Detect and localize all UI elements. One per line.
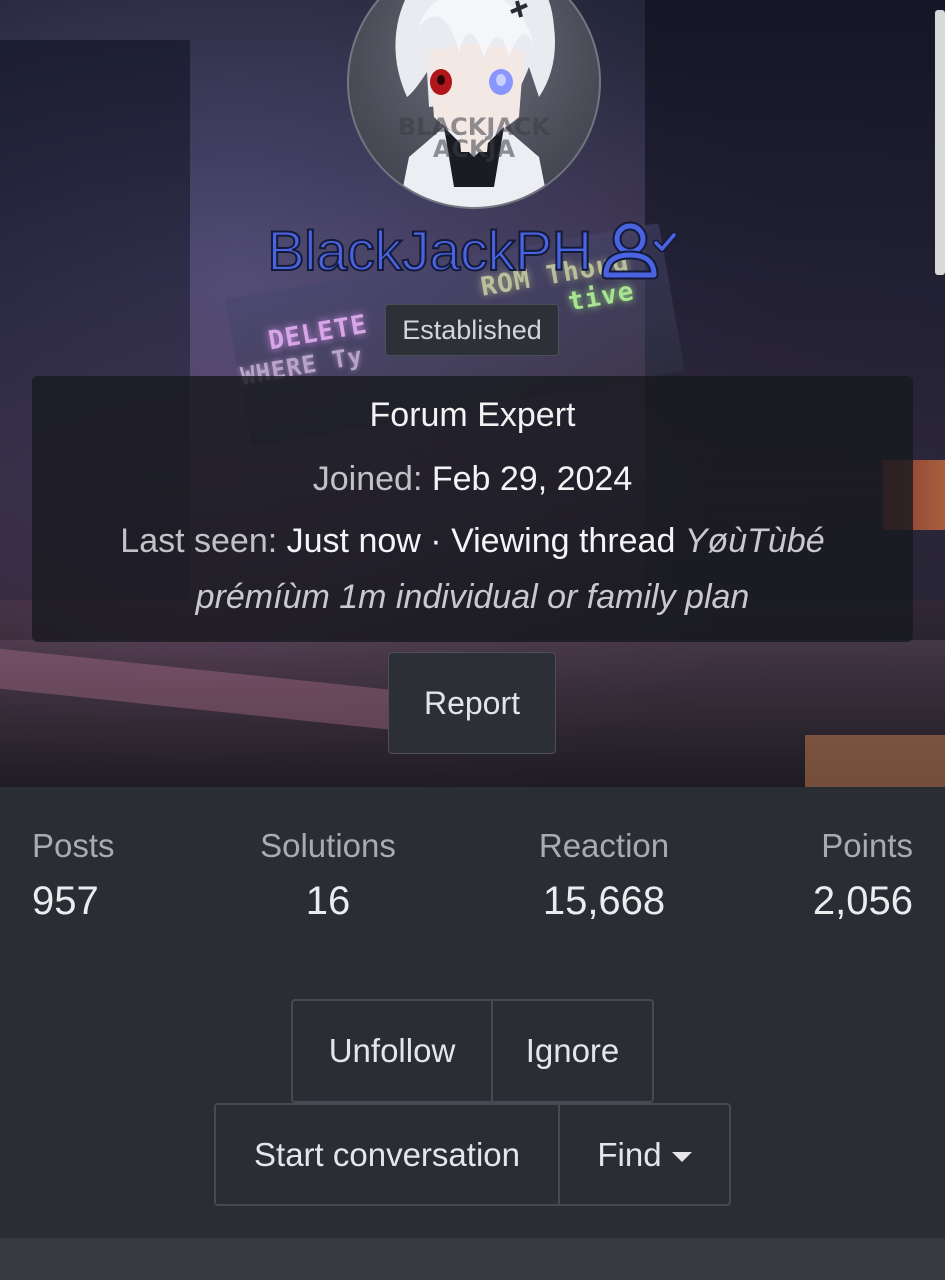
footer-strip — [0, 1238, 945, 1280]
report-button[interactable]: Report — [388, 652, 556, 754]
separator: · — [430, 522, 442, 560]
stat-label: Points — [821, 827, 913, 864]
activity-label: Viewing thread — [451, 522, 676, 560]
profile-info-box: Forum Expert Joined: Feb 29, 2024 Last s… — [32, 376, 913, 642]
last-seen-label: Last seen: — [120, 522, 278, 560]
username-row: BlackJackPH — [0, 215, 945, 285]
thread-link[interactable]: YøùTùbé — [685, 522, 825, 560]
stat-solutions[interactable]: Solutions 16 — [228, 827, 428, 924]
profile-stats: Posts 957 Solutions 16 Reaction 15,668 P… — [0, 787, 945, 987]
stat-value: 2,056 — [812, 879, 913, 923]
stat-value: 15,668 — [542, 879, 666, 923]
unfollow-button[interactable]: Unfollow — [291, 999, 493, 1103]
start-conversation-button[interactable]: Start conversation — [214, 1103, 560, 1206]
user-title-badge: Established — [385, 304, 559, 356]
stat-label: Posts — [32, 827, 115, 864]
find-dropdown-button[interactable]: Find — [558, 1103, 731, 1206]
banner-light — [805, 735, 945, 787]
find-label: Find — [597, 1135, 662, 1173]
stat-value: 957 — [32, 879, 99, 923]
stat-label: Reaction — [538, 827, 670, 864]
joined-date: Feb 29, 2024 — [431, 460, 633, 498]
avatar-image: BLACKJACK ACKJA — [395, 0, 555, 207]
thread-link[interactable]: prémíùm 1m individual or family plan — [196, 578, 750, 616]
avatar-text: ACKJA — [433, 135, 516, 163]
joined-info: Joined: Feb 29, 2024 — [32, 460, 913, 499]
profile-banner: ROM Thoug tive DELETE WHERE Ty BLACKJACK… — [0, 0, 945, 787]
last-seen-info: Last seen: Just now · Viewing thread Yøù… — [32, 522, 913, 561]
user-check-icon — [601, 221, 678, 280]
ignore-button[interactable]: Ignore — [491, 999, 654, 1103]
stat-label: Solutions — [260, 827, 396, 864]
caret-down-icon — [671, 1151, 692, 1162]
thread-link-continued: prémíùm 1m individual or family plan — [32, 578, 913, 617]
username[interactable]: BlackJackPH — [266, 218, 593, 283]
stat-reaction[interactable]: Reaction 15,668 — [504, 827, 704, 924]
user-rank: Forum Expert — [369, 396, 576, 434]
stat-points[interactable]: Points 2,056 — [813, 827, 913, 924]
last-seen-value: Just now — [286, 522, 421, 560]
stat-value: 16 — [305, 879, 351, 923]
joined-label: Joined: — [312, 460, 423, 498]
stat-posts[interactable]: Posts 957 — [32, 827, 115, 924]
avatar[interactable]: BLACKJACK ACKJA — [347, 0, 601, 209]
